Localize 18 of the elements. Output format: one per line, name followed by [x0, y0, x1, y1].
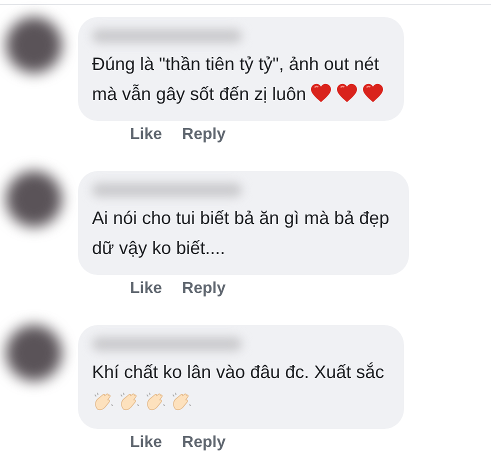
reply-link[interactable]: Reply	[182, 279, 226, 303]
clap-icon	[144, 391, 166, 411]
heart-icon	[310, 83, 332, 103]
reply-link[interactable]: Reply	[182, 433, 226, 457]
comment-text: Đúng là "thần tiên tỷ tỷ", ảnh out nét	[92, 54, 379, 74]
comment-text: dữ vậy ko biết....	[92, 238, 226, 258]
heart-icon	[362, 83, 384, 103]
reply-link[interactable]: Reply	[182, 125, 226, 149]
clap-icon	[92, 391, 114, 411]
like-link[interactable]: Like	[130, 433, 162, 457]
comment-text: mà vẫn gây sốt đến zị luôn	[92, 84, 306, 104]
like-link[interactable]: Like	[130, 125, 162, 149]
clap-icon	[118, 391, 140, 411]
heart-icon	[336, 83, 358, 103]
like-link[interactable]: Like	[130, 279, 162, 303]
comment-text: Khí chất ko lân vào đâu đc. Xuất sắc	[92, 362, 384, 382]
clap-icon	[170, 391, 192, 411]
comment-text: Ai nói cho tui biết bả ăn gì mà bả đẹp	[92, 208, 390, 228]
